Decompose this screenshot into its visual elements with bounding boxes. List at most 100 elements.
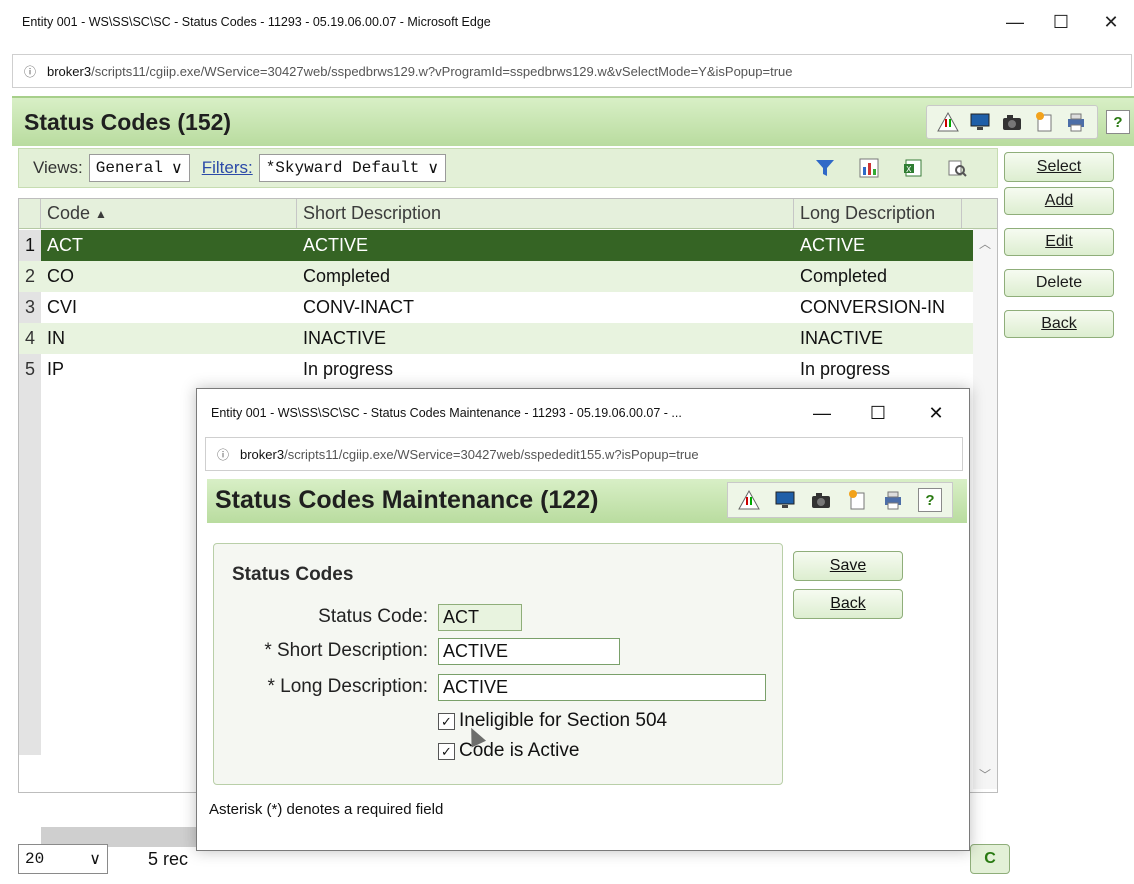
save-button[interactable]: Save bbox=[793, 551, 903, 581]
table-row[interactable]: 1 ACT ACTIVE ACTIVE bbox=[19, 230, 973, 261]
cell-code: CVI bbox=[47, 297, 78, 317]
table-row[interactable]: 5 IP In progress In progress bbox=[19, 354, 973, 385]
row-number: 4 bbox=[24, 328, 35, 348]
cell-long-description: INACTIVE bbox=[800, 328, 884, 348]
print-icon[interactable] bbox=[882, 489, 904, 511]
vertical-scrollbar[interactable]: ︿ ﹀ bbox=[973, 229, 997, 789]
cell-short-description: In progress bbox=[303, 359, 394, 379]
views-select[interactable]: General ∨ bbox=[88, 154, 190, 182]
filter-icon[interactable] bbox=[815, 158, 837, 180]
form-section-title: Status Codes bbox=[232, 564, 354, 585]
checkmark-icon: ✓ bbox=[438, 712, 455, 730]
row-number-header bbox=[19, 199, 41, 228]
monitor-icon[interactable] bbox=[969, 111, 991, 133]
page-size-select[interactable]: 20 ∨ bbox=[18, 844, 108, 874]
chevron-down-icon: ∨ bbox=[427, 160, 440, 178]
row-number: 5 bbox=[24, 359, 35, 379]
cell-long-description: ACTIVE bbox=[800, 235, 866, 255]
table-row[interactable]: 3 CVI CONV-INACT CONVERSION-IN bbox=[19, 292, 973, 323]
address-host: broker3 bbox=[47, 63, 92, 79]
cell-code: ACT bbox=[47, 235, 83, 255]
cell-short-description: Completed bbox=[303, 266, 391, 286]
popup-close-button[interactable]: ✕ bbox=[915, 399, 957, 427]
filters-value: *Skyward Default bbox=[265, 159, 420, 177]
notes-icon[interactable] bbox=[1033, 111, 1055, 133]
add-button[interactable]: Add bbox=[1004, 187, 1114, 215]
popup-maximize-button[interactable]: ☐ bbox=[857, 399, 899, 427]
popup-buttons: Save Back bbox=[793, 551, 903, 627]
alert-icon[interactable] bbox=[937, 111, 959, 133]
status-code-field[interactable]: ACT bbox=[438, 604, 522, 631]
table-row[interactable]: 2 CO Completed Completed bbox=[19, 261, 973, 292]
svg-text:X: X bbox=[906, 165, 912, 174]
tool-icons-group bbox=[926, 105, 1098, 139]
popup-back-button[interactable]: Back bbox=[793, 589, 903, 619]
views-filters-bar: Views: General ∨ Filters: *Skyward Defau… bbox=[18, 148, 998, 188]
window-titlebar: Entity 001 - WS\SS\SC\SC - Status Codes … bbox=[0, 0, 1134, 48]
sort-ascending-icon: ▲ bbox=[95, 206, 107, 221]
chevron-down-icon: ∨ bbox=[89, 851, 101, 869]
status-code-label: Status Code: bbox=[318, 606, 428, 627]
grid-rows: 1 ACT ACTIVE ACTIVE 2 CO Completed Compl… bbox=[19, 230, 973, 385]
delete-button[interactable]: Delete bbox=[1004, 269, 1114, 297]
checkmark-icon: ✓ bbox=[438, 742, 455, 760]
info-icon[interactable]: ⓘ bbox=[206, 446, 240, 463]
camera-icon[interactable] bbox=[1001, 111, 1023, 133]
code-active-checkbox[interactable]: ✓ Code is Active bbox=[438, 740, 579, 762]
popup-address-bar[interactable]: ⓘ broker3 /scripts11/cgiip.exe/WService=… bbox=[205, 437, 963, 471]
monitor-icon[interactable] bbox=[774, 489, 796, 511]
popup-toolbar: ? bbox=[727, 482, 953, 518]
select-button[interactable]: Select bbox=[1004, 152, 1114, 182]
print-preview-icon[interactable] bbox=[947, 158, 969, 180]
maximize-button[interactable]: ☐ bbox=[1038, 6, 1084, 38]
page-size-value: 20 bbox=[25, 850, 45, 868]
cell-long-description: In progress bbox=[800, 359, 891, 379]
filters-select[interactable]: *Skyward Default ∨ bbox=[258, 154, 447, 182]
cell-long-description: Completed bbox=[800, 266, 888, 286]
filters-link[interactable]: Filters: bbox=[202, 158, 253, 178]
column-header-short-description[interactable]: Short Description bbox=[297, 199, 794, 228]
ineligible-504-label: Ineligible for Section 504 bbox=[459, 710, 668, 731]
status-codes-form: Status Codes Status Code: ACT * Short De… bbox=[213, 543, 783, 785]
side-buttons: Select Add Edit Delete Back bbox=[1004, 152, 1114, 351]
records-count: 5 rec bbox=[148, 849, 189, 869]
row-number: 2 bbox=[24, 266, 35, 286]
close-button[interactable]: ✕ bbox=[1088, 6, 1134, 38]
page-title: Status Codes (152) bbox=[24, 109, 232, 135]
popup-address-path: /scripts11/cgiip.exe/WService=30427web/s… bbox=[284, 446, 699, 462]
row-number: 1 bbox=[19, 230, 41, 261]
long-description-field[interactable]: ACTIVE bbox=[438, 674, 766, 701]
print-icon[interactable] bbox=[1065, 111, 1087, 133]
maintenance-popup-window: Entity 001 - WS\SS\SC\SC - Status Codes … bbox=[196, 388, 970, 851]
header-toolbar: ? bbox=[926, 104, 1130, 140]
chevron-down-icon: ∨ bbox=[170, 160, 183, 178]
table-row[interactable]: 4 IN INACTIVE INACTIVE bbox=[19, 323, 973, 354]
edit-button[interactable]: Edit bbox=[1004, 228, 1114, 256]
column-header-long-description[interactable]: Long Description bbox=[794, 199, 962, 228]
back-button[interactable]: Back bbox=[1004, 310, 1114, 338]
popup-window-title: Entity 001 - WS\SS\SC\SC - Status Codes … bbox=[211, 406, 682, 420]
short-description-label: * Short Description: bbox=[264, 640, 428, 661]
scroll-up-icon[interactable]: ︿ bbox=[979, 235, 991, 252]
cell-code: IP bbox=[47, 359, 65, 379]
camera-icon[interactable] bbox=[810, 489, 832, 511]
grid-header: Code ▲ Short Description Long Descriptio… bbox=[19, 199, 997, 229]
column-header-code[interactable]: Code ▲ bbox=[41, 199, 297, 228]
window-title: Entity 001 - WS\SS\SC\SC - Status Codes … bbox=[22, 15, 491, 29]
long-description-label: * Long Description: bbox=[267, 676, 428, 697]
help-icon[interactable]: ? bbox=[1106, 110, 1130, 134]
help-icon[interactable]: ? bbox=[918, 488, 942, 512]
popup-minimize-button[interactable]: — bbox=[801, 399, 843, 427]
minimize-button[interactable]: — bbox=[992, 6, 1038, 38]
corner-button[interactable]: C bbox=[970, 844, 1010, 874]
info-icon[interactable]: ⓘ bbox=[13, 63, 47, 80]
alert-icon[interactable] bbox=[738, 489, 760, 511]
short-description-field[interactable]: ACTIVE bbox=[438, 638, 620, 665]
scroll-down-icon[interactable]: ﹀ bbox=[979, 766, 991, 783]
grid-tools: X bbox=[815, 158, 969, 180]
cell-code: CO bbox=[47, 266, 74, 286]
notes-icon[interactable] bbox=[846, 489, 868, 511]
excel-icon[interactable]: X bbox=[903, 158, 925, 180]
address-bar[interactable]: ⓘ broker3 /scripts11/cgiip.exe/WService=… bbox=[12, 54, 1132, 88]
chart-icon[interactable] bbox=[859, 158, 881, 180]
